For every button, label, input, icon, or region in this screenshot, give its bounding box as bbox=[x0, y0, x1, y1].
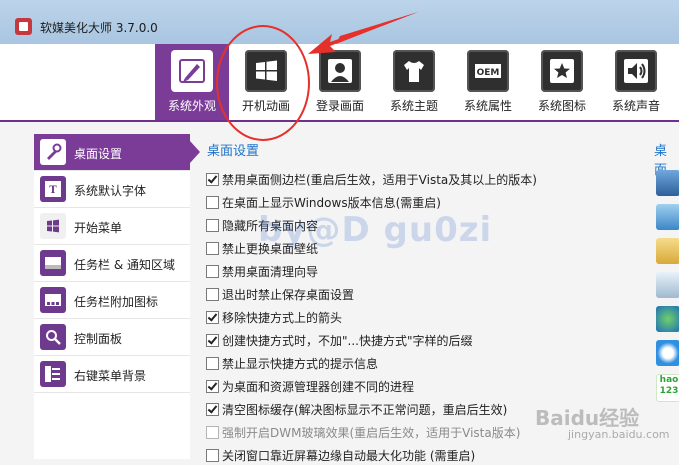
window-title: 软媒美化大师 3.7.0.0 bbox=[40, 21, 158, 35]
star-icon bbox=[541, 50, 583, 92]
option-label: 强制开启DWM玻璃效果(重启后生效，适用于Vista版本) bbox=[222, 426, 521, 440]
option-label: 禁用桌面侧边栏(重启后生效，适用于Vista及其以上的版本) bbox=[222, 173, 537, 187]
checkbox[interactable] bbox=[206, 311, 219, 324]
checkbox[interactable] bbox=[206, 173, 219, 186]
tab-system-icons[interactable]: 系统图标 bbox=[525, 44, 599, 120]
option-label: 为桌面和资源管理器创建不同的进程 bbox=[222, 380, 415, 394]
tab-label: 登录画面 bbox=[315, 99, 364, 113]
oem-text: OEM bbox=[477, 68, 500, 78]
sidebar-item-start-menu[interactable]: 开始菜单 bbox=[34, 208, 190, 245]
app-logo-icon bbox=[15, 18, 32, 35]
paint-brush-icon bbox=[171, 50, 213, 92]
checkbox[interactable] bbox=[206, 265, 219, 278]
option-label: 禁用桌面清理向导 bbox=[222, 265, 319, 279]
checkbox[interactable] bbox=[206, 403, 219, 416]
checkbox[interactable] bbox=[206, 449, 219, 462]
sidebar-item-label: 开始菜单 bbox=[74, 221, 123, 235]
hao123-icon[interactable]: hao 123 bbox=[656, 374, 679, 402]
sidebar-item-label: 控制面板 bbox=[74, 332, 123, 346]
sidebar-item-label: 任务栏 & 通知区域 bbox=[74, 258, 175, 272]
magnifier-icon bbox=[40, 324, 66, 350]
taskbar-icons-icon bbox=[40, 287, 66, 313]
sidebar-item-desktop-settings[interactable]: 桌面设置 bbox=[34, 134, 190, 171]
taskbar-icon bbox=[40, 250, 66, 276]
baidu-url-watermark: jingyan.baidu.com bbox=[568, 428, 670, 441]
speaker-icon bbox=[615, 50, 657, 92]
annotation-circle bbox=[216, 25, 310, 141]
checkbox[interactable] bbox=[206, 196, 219, 209]
sidebar-item-label: 桌面设置 bbox=[74, 147, 123, 161]
sidebar-item-taskbar-notification[interactable]: 任务栏 & 通知区域 bbox=[34, 245, 190, 282]
checkbox[interactable] bbox=[206, 288, 219, 301]
tab-label: 系统声音 bbox=[611, 99, 660, 113]
sidebar-item-control-panel[interactable]: 控制面板 bbox=[34, 319, 190, 356]
sidebar-item-taskbar-extra-icons[interactable]: 任务栏附加图标 bbox=[34, 282, 190, 319]
network-icon[interactable] bbox=[656, 204, 679, 230]
tab-system-properties[interactable]: OEM 系统属性 bbox=[451, 44, 525, 120]
checkbox[interactable] bbox=[206, 380, 219, 393]
tab-system-sounds[interactable]: 系统声音 bbox=[599, 44, 673, 120]
sidebar-item-label: 任务栏附加图标 bbox=[74, 295, 159, 309]
start-orb-icon bbox=[40, 213, 66, 239]
sidebar-item-label: 右键菜单背景 bbox=[74, 369, 147, 383]
checkbox[interactable] bbox=[206, 219, 219, 232]
tab-label: 系统属性 bbox=[463, 99, 512, 113]
svg-text:T: T bbox=[49, 185, 57, 196]
globe-icon[interactable] bbox=[656, 306, 679, 332]
checkbox bbox=[206, 426, 219, 439]
annotation-arrow-icon bbox=[308, 12, 418, 54]
option-label: 在桌面上显示Windows版本信息(需重启) bbox=[222, 196, 441, 210]
option-label: 清空图标缓存(解决图标显示不正常问题，重启后生效) bbox=[222, 403, 508, 417]
option-label: 关闭窗口靠近屏幕边缘自动最大化功能 (需重启) bbox=[222, 449, 476, 463]
tab-label: 系统主题 bbox=[389, 99, 438, 113]
checkbox[interactable] bbox=[206, 242, 219, 255]
author-watermark: by@D gu0zi bbox=[258, 210, 493, 250]
context-menu-icon bbox=[40, 361, 66, 387]
option-label: 创建快捷方式时，不加"...快捷方式"字样的后缀 bbox=[222, 334, 473, 348]
tab-label: 系统图标 bbox=[537, 99, 586, 113]
active-item-pointer bbox=[190, 141, 200, 163]
oem-icon: OEM bbox=[467, 50, 509, 92]
baidu-watermark: Baidu经验 bbox=[535, 406, 640, 430]
checkbox[interactable] bbox=[206, 334, 219, 347]
option-label: 移除快捷方式上的箭头 bbox=[222, 311, 343, 325]
wrench-icon bbox=[40, 139, 66, 165]
option-label: 退出时禁止保存桌面设置 bbox=[222, 288, 355, 302]
section-title: 桌面设置 bbox=[207, 144, 260, 159]
checkbox[interactable] bbox=[206, 357, 219, 370]
sidebar-item-label: 系统默认字体 bbox=[74, 184, 147, 198]
font-icon: T bbox=[40, 176, 66, 202]
sidebar-item-default-font[interactable]: T 系统默认字体 bbox=[34, 171, 190, 208]
option-label: 禁止显示快捷方式的提示信息 bbox=[222, 357, 379, 371]
folder-icon[interactable] bbox=[656, 238, 679, 264]
computer-icon[interactable] bbox=[656, 170, 679, 196]
sidebar-item-context-menu-background[interactable]: 右键菜单背景 bbox=[34, 356, 190, 393]
ie-icon[interactable] bbox=[656, 340, 679, 366]
recycle-bin-icon[interactable] bbox=[656, 272, 679, 298]
sidebar: 桌面设置 T 系统默认字体 开始菜单 任务栏 & 通知区域 任务栏附加图标 控制… bbox=[34, 134, 190, 459]
